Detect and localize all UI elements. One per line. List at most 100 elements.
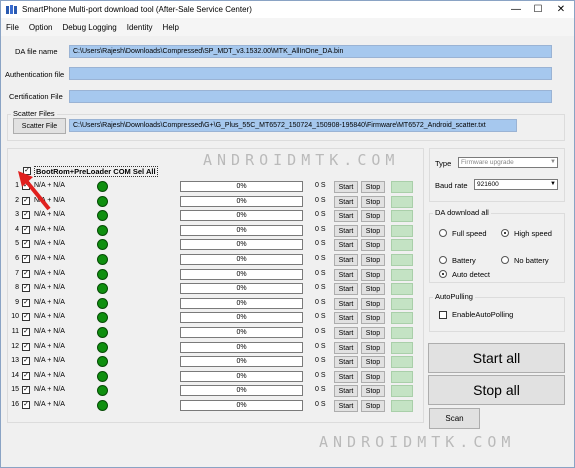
menu-help[interactable]: Help [158, 23, 184, 32]
row-checkbox[interactable]: ✓ [22, 343, 30, 351]
maximize-button[interactable]: ☐ [528, 1, 548, 18]
row-stop-button[interactable]: Stop [361, 400, 385, 412]
row-start-button[interactable]: Start [334, 298, 358, 310]
row-stop-button[interactable]: Stop [361, 210, 385, 222]
menu-option[interactable]: Option [24, 23, 58, 32]
row-start-button[interactable]: Start [334, 342, 358, 354]
row-stop-button[interactable]: Stop [361, 225, 385, 237]
row-checkbox[interactable]: ✓ [22, 357, 30, 365]
progress-bar: 0% [180, 269, 303, 280]
row-status-box [391, 400, 413, 412]
row-stop-button[interactable]: Stop [361, 312, 385, 324]
menu-debug-logging[interactable]: Debug Logging [57, 23, 121, 32]
progress-bar: 0% [180, 225, 303, 236]
row-stop-button[interactable]: Stop [361, 327, 385, 339]
auto-detect-radio[interactable] [439, 270, 447, 278]
high-speed-radio[interactable] [501, 229, 509, 237]
row-number: 15 [11, 386, 19, 393]
row-number: 12 [11, 343, 19, 350]
row-checkbox[interactable]: ✓ [22, 284, 30, 292]
menu-identity[interactable]: Identity [122, 23, 158, 32]
row-stop-button[interactable]: Stop [361, 371, 385, 383]
status-led [97, 356, 108, 367]
row-checkbox[interactable]: ✓ [22, 270, 30, 278]
row-start-button[interactable]: Start [334, 269, 358, 281]
row-start-button[interactable]: Start [334, 356, 358, 368]
row-stop-button[interactable]: Stop [361, 283, 385, 295]
status-led [97, 196, 108, 207]
row-checkbox[interactable]: ✓ [22, 328, 30, 336]
row-start-button[interactable]: Start [334, 196, 358, 208]
row-stop-button[interactable]: Stop [361, 342, 385, 354]
row-start-button[interactable]: Start [334, 225, 358, 237]
row-number: 13 [11, 357, 19, 364]
row-start-button[interactable]: Start [334, 371, 358, 383]
full-speed-label: Full speed [452, 229, 487, 238]
row-start-button[interactable]: Start [334, 239, 358, 251]
auth-file-field[interactable] [69, 67, 552, 80]
elapsed-time: 0 S [315, 401, 326, 408]
row-checkbox[interactable]: ✓ [22, 255, 30, 263]
row-checkbox[interactable]: ✓ [22, 299, 30, 307]
close-button[interactable]: ✕ [550, 1, 572, 18]
row-stop-button[interactable]: Stop [361, 239, 385, 251]
menu-file[interactable]: File [1, 23, 24, 32]
autopulling-title: AutoPulling [433, 292, 475, 301]
start-all-button[interactable]: Start all [428, 343, 565, 373]
row-stop-button[interactable]: Stop [361, 269, 385, 281]
row-start-button[interactable]: Start [334, 327, 358, 339]
full-speed-radio[interactable] [439, 229, 447, 237]
row-status-box [391, 371, 413, 383]
row-stop-button[interactable]: Stop [361, 298, 385, 310]
window-title: SmartPhone Multi-port download tool (Aft… [22, 5, 252, 14]
stop-all-button[interactable]: Stop all [428, 375, 565, 405]
scan-button[interactable]: Scan [429, 408, 480, 429]
elapsed-time: 0 S [315, 299, 326, 306]
row-stop-button[interactable]: Stop [361, 356, 385, 368]
row-checkbox[interactable]: ✓ [22, 226, 30, 234]
row-number: 16 [11, 401, 19, 408]
progress-bar: 0% [180, 385, 303, 396]
row-port: N/A + N/A [34, 372, 65, 379]
cert-file-field[interactable] [69, 90, 552, 103]
chevron-down-icon: ▼ [550, 159, 556, 165]
minimize-button[interactable]: — [506, 1, 526, 18]
progress-bar: 0% [180, 239, 303, 250]
row-start-button[interactable]: Start [334, 312, 358, 324]
row-start-button[interactable]: Start [334, 400, 358, 412]
row-stop-button[interactable]: Stop [361, 196, 385, 208]
status-led [97, 327, 108, 338]
no-battery-radio[interactable] [501, 256, 509, 264]
row-checkbox[interactable]: ✓ [22, 313, 30, 321]
row-number: 7 [15, 270, 19, 277]
row-start-button[interactable]: Start [334, 254, 358, 266]
baud-select[interactable]: 921600 ▼ [474, 179, 558, 190]
row-checkbox[interactable]: ✓ [22, 372, 30, 380]
scatter-file-field[interactable]: C:\Users\Rajesh\Downloads\Compressed\G+\… [69, 119, 517, 132]
row-start-button[interactable]: Start [334, 385, 358, 397]
scatter-files-title: Scatter Files [11, 109, 57, 118]
watermark-top: ANDROIDMTK.COM [203, 151, 400, 169]
da-file-field[interactable]: C:\Users\Rajesh\Downloads\Compressed\SP_… [69, 45, 552, 58]
autopolling-checkbox[interactable] [439, 311, 447, 319]
row-port: N/A + N/A [34, 255, 65, 262]
row-status-box [391, 254, 413, 266]
row-start-button[interactable]: Start [334, 210, 358, 222]
type-select[interactable]: Firmware upgrade ▼ [458, 157, 558, 168]
row-start-button[interactable]: Start [334, 181, 358, 193]
progress-bar: 0% [180, 210, 303, 221]
row-stop-button[interactable]: Stop [361, 181, 385, 193]
row-stop-button[interactable]: Stop [361, 254, 385, 266]
row-status-box [391, 196, 413, 208]
row-port: N/A + N/A [34, 343, 65, 350]
row-checkbox[interactable]: ✓ [22, 386, 30, 394]
row-stop-button[interactable]: Stop [361, 385, 385, 397]
high-speed-label: High speed [514, 229, 552, 238]
row-checkbox[interactable]: ✓ [22, 401, 30, 409]
row-checkbox[interactable]: ✓ [22, 240, 30, 248]
row-start-button[interactable]: Start [334, 283, 358, 295]
battery-radio[interactable] [439, 256, 447, 264]
scatter-file-button[interactable]: Scatter File [13, 118, 66, 134]
row-status-box [391, 298, 413, 310]
row-status-box [391, 356, 413, 368]
